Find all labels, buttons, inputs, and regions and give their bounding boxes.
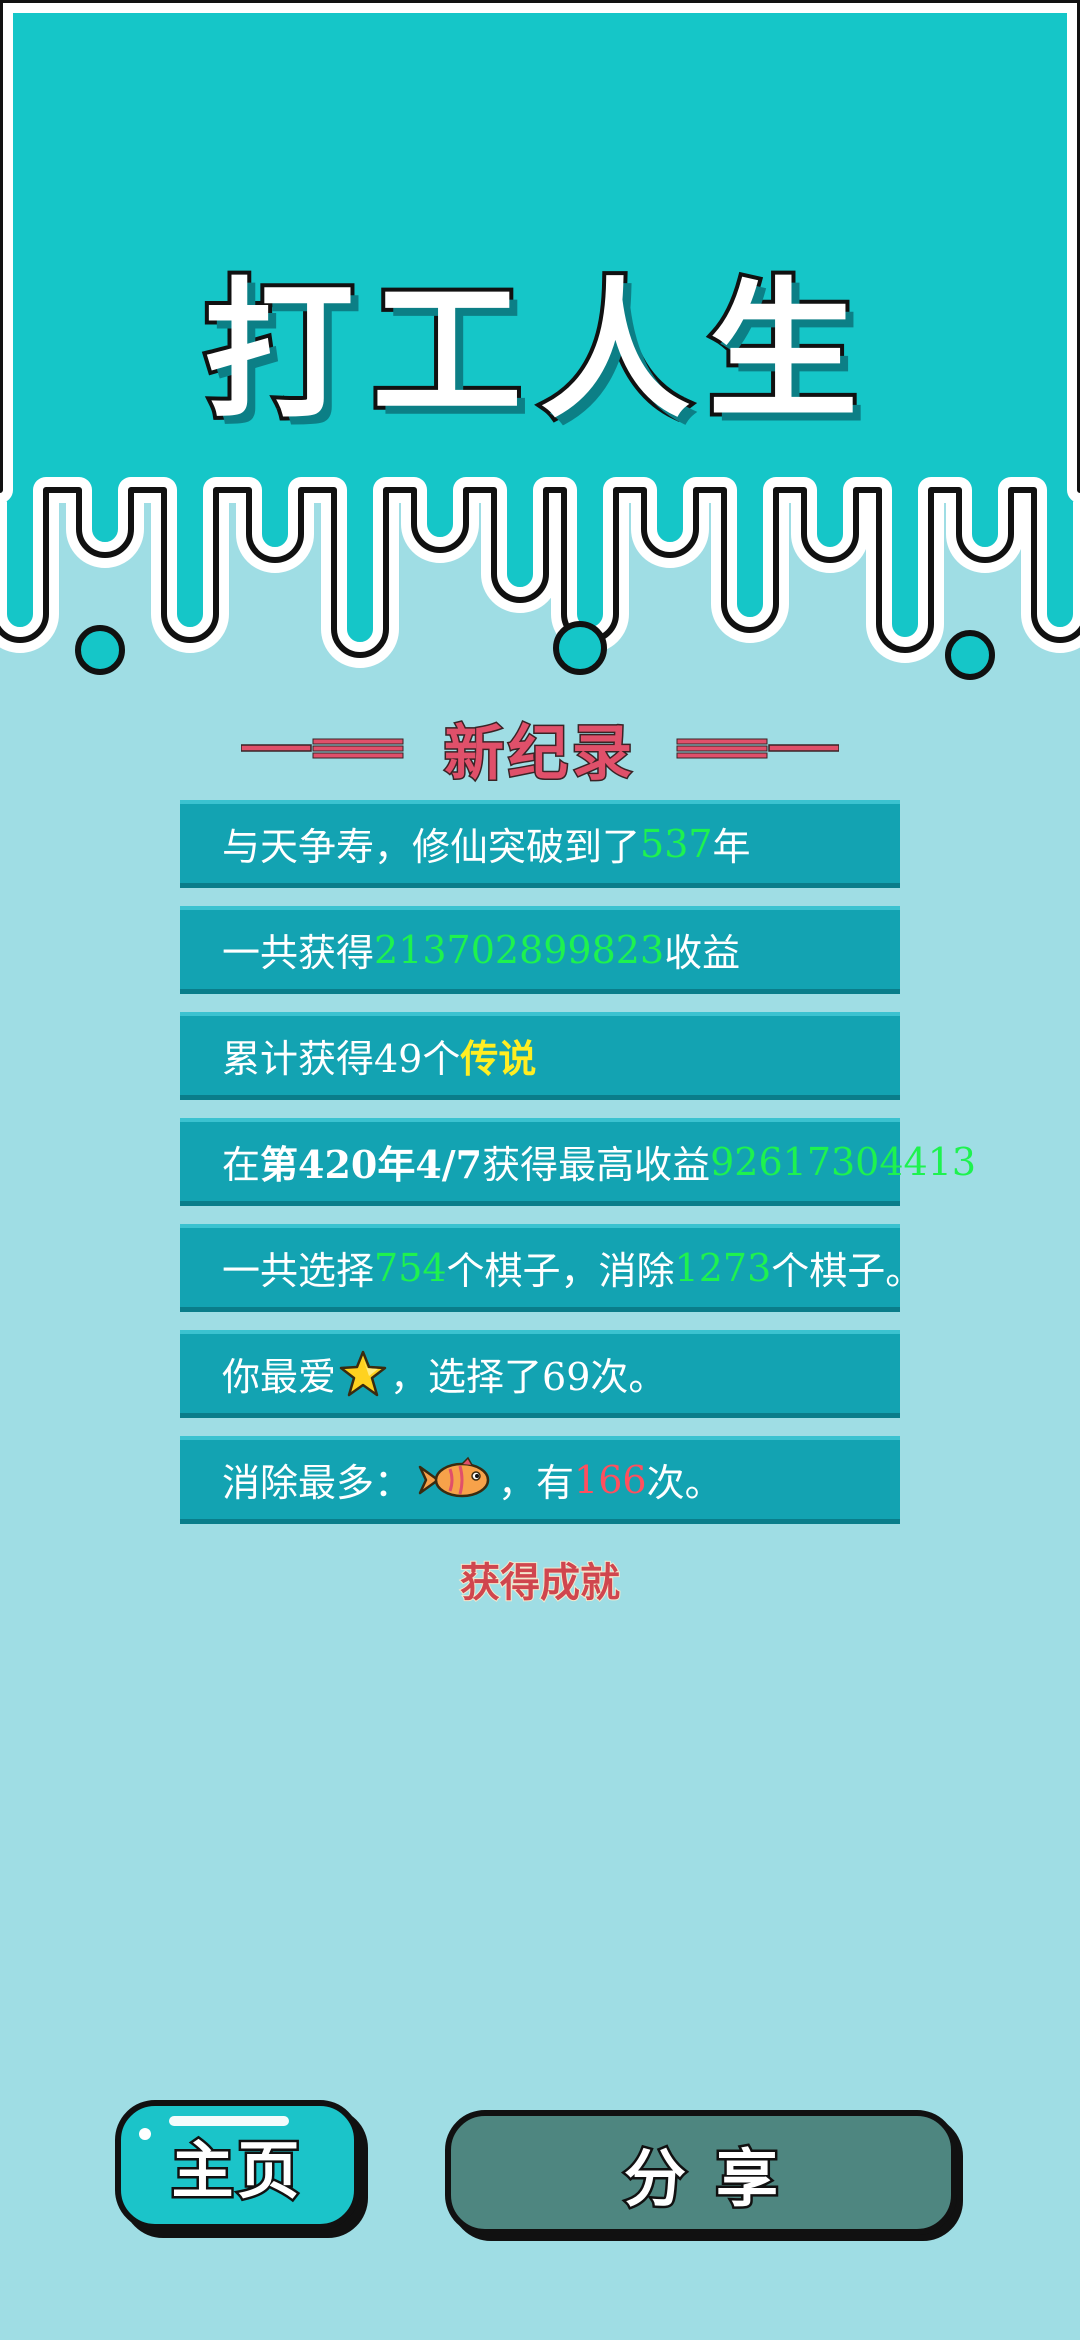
stat-value-count: 166 — [574, 1457, 647, 1502]
stat-row-pieces: 一共选择 754 个棋子，消除 1273 个棋子。 — [180, 1224, 923, 1312]
share-button[interactable]: 分享 — [445, 2110, 957, 2235]
drip-drop — [75, 625, 125, 675]
stat-text: 一共选择 — [222, 1249, 375, 1293]
stat-text: 个棋子，消除 — [446, 1249, 675, 1293]
drip-drop — [945, 630, 995, 680]
stat-text: 与天争寿，修仙突破到了 — [222, 825, 641, 869]
stat-text: 一共获得 — [222, 931, 375, 975]
stat-row-most-eliminated: 消除最多： ，有 166 次。 — [180, 1436, 900, 1524]
right-decoration-line — [676, 738, 839, 759]
stat-row-total-income: 一共获得 213702899823 收益 — [180, 906, 900, 994]
stat-row-lifespan: 与天争寿，修仙突破到了 537 年 — [180, 800, 900, 888]
stat-text: 获得最高收益 — [482, 1143, 711, 1187]
new-record-title: 新纪录 — [443, 717, 636, 790]
record-heading: 新纪录 — [0, 708, 1080, 790]
button-gloss-dot — [139, 2128, 151, 2140]
left-decoration-line — [241, 738, 404, 759]
stat-value-legendary: 传说 — [460, 1036, 537, 1081]
drip-drop — [553, 621, 607, 675]
share-button-label: 分享 — [621, 2139, 808, 2217]
home-button[interactable]: 主页 — [115, 2100, 360, 2230]
stat-row-highest-income: 在第420年4/7 获得最高收益 92617304413 — [180, 1118, 976, 1206]
game-title: 打工人生 — [200, 261, 876, 443]
stat-text: 你最爱 — [222, 1355, 337, 1399]
stat-row-legendary: 累计获得49个 传说 — [180, 1012, 900, 1100]
stat-value-income: 213702899823 — [374, 927, 665, 972]
stat-value-years: 537 — [640, 821, 713, 866]
achievement-label[interactable]: 获得成就 — [0, 1550, 1080, 1608]
stat-value-selected: 754 — [374, 1245, 447, 1290]
stat-text: 累计获得49个 — [222, 1037, 461, 1081]
stat-text: 在 — [222, 1143, 261, 1187]
stat-row-favorite: 你最爱 ，选择了69次。 — [180, 1330, 900, 1418]
stat-value-highest: 92617304413 — [710, 1139, 977, 1184]
home-button-label: 主页 — [169, 2132, 304, 2210]
stat-text: ，选择了69次。 — [390, 1355, 667, 1399]
stat-date: 第420年4/7 — [260, 1142, 483, 1187]
button-gloss — [169, 2116, 289, 2126]
stat-text: ，有 — [498, 1461, 575, 1505]
stat-text: 个棋子。 — [771, 1249, 924, 1293]
fish-icon — [418, 1456, 490, 1497]
stat-text: 消除最多： — [222, 1461, 413, 1505]
stat-text: 次。 — [646, 1461, 723, 1505]
star-icon — [339, 1350, 387, 1396]
stat-text: 收益 — [664, 931, 741, 975]
stat-value-eliminated: 1273 — [674, 1245, 772, 1290]
stat-text: 年 — [712, 825, 751, 869]
